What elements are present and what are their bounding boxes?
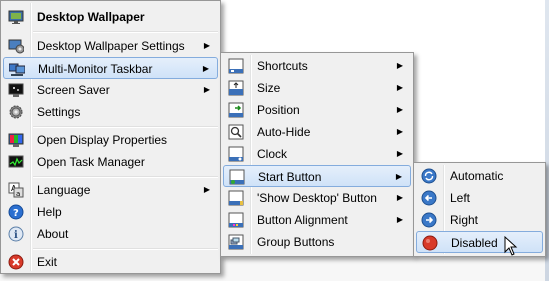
menu-item-position[interactable]: Position ▶ [223,99,411,121]
multi-monitor-icon [8,61,26,77]
submenu-arrow-icon: ▶ [395,172,402,181]
menu-item-multi-monitor-taskbar[interactable]: Multi-Monitor Taskbar ▶ [3,57,218,79]
submenu-arrow-icon: ▶ [396,149,403,158]
group-buttons-icon [228,234,244,250]
menu-item-label: Settings [37,105,81,119]
exit-icon [8,254,24,270]
task-manager-icon [8,154,24,170]
menu-item-desktop-wallpaper[interactable]: Desktop Wallpaper [3,6,218,28]
menu-item-show-desktop-button[interactable]: 'Show Desktop' Button ▶ [223,187,411,209]
submenu-arrow-icon: ▶ [396,61,403,70]
submenu-arrow-icon: ▶ [396,127,403,136]
wallpaper-monitor-icon [8,9,24,25]
menu-item-auto-hide[interactable]: Auto-Hide ▶ [223,121,411,143]
menu-item-disabled[interactable]: Disabled [416,231,543,253]
start-button-submenu: Automatic Left Right Disabled [413,162,546,257]
submenu-arrow-icon: ▶ [396,193,403,202]
wallpaper-settings-icon [8,38,25,54]
right-arrow-icon [421,212,437,228]
menu-item-open-task-manager[interactable]: Open Task Manager [3,151,218,173]
menu-item-label: Position [257,103,300,117]
menu-item-settings[interactable]: Settings [3,101,218,123]
menu-item-language[interactable]: Aa Language ▶ [3,179,218,201]
menu-item-size[interactable]: Size ▶ [223,77,411,99]
submenu-arrow-icon: ▶ [396,83,403,92]
menu-separator [33,31,218,33]
gear-icon [8,104,24,120]
menu-item-label: Automatic [450,169,504,183]
automatic-icon [421,168,437,184]
info-icon: i [8,226,24,242]
display-properties-icon [8,132,24,148]
taskbar-submenu: Shortcuts ▶ Size ▶ Position ▶ Auto-Hide … [220,52,414,257]
submenu-arrow-icon: ▶ [202,64,209,73]
svg-text:a: a [16,190,20,198]
menu-item-label: Right [450,213,479,227]
menu-item-label: Clock [257,147,288,161]
menu-item-label: Group Buttons [257,235,335,249]
svg-text:i: i [14,230,18,241]
menu-item-group-buttons[interactable]: Group Buttons [223,231,411,253]
menu-item-clock[interactable]: Clock ▶ [223,143,411,165]
menu-item-start-button[interactable]: Start Button ▶ [223,165,411,187]
menu-item-left[interactable]: Left [416,187,543,209]
menu-item-desktop-wallpaper-settings[interactable]: Desktop Wallpaper Settings ▶ [3,35,218,57]
language-icon: Aa [8,182,24,198]
menu-item-label: Desktop Wallpaper [37,10,145,24]
menu-item-open-display-properties[interactable]: Open Display Properties [3,129,218,151]
mouse-cursor-icon [504,236,518,256]
menu-item-label: Size [257,81,281,95]
menu-separator [33,176,218,178]
submenu-arrow-icon: ▶ [396,105,403,114]
menu-item-shortcuts[interactable]: Shortcuts ▶ [223,55,411,77]
menu-item-label: Auto-Hide [257,125,311,139]
menu-item-label: Open Task Manager [37,155,145,169]
menu-item-label: Button Alignment [257,213,348,227]
svg-text:?: ? [13,208,19,219]
menu-item-label: Disabled [451,236,498,250]
menu-item-label: Help [37,205,62,219]
menu-item-label: Shortcuts [257,59,308,73]
menu-item-about[interactable]: i About [3,223,218,245]
start-button-icon [229,169,245,185]
menu-item-label: Screen Saver [37,83,110,97]
disabled-icon [422,235,438,251]
size-icon [228,80,244,96]
menu-item-label: 'Show Desktop' Button [257,191,377,205]
menu-item-label: Start Button [258,170,322,184]
shortcuts-icon [228,58,244,74]
menu-separator [33,126,218,128]
menu-item-label: Left [450,191,471,205]
menu-item-label: Multi-Monitor Taskbar [38,62,153,76]
show-desktop-icon [228,190,244,206]
submenu-arrow-icon: ▶ [203,85,210,94]
left-arrow-icon [421,190,437,206]
help-icon: ? [8,204,24,220]
menu-item-label: Open Display Properties [37,133,168,147]
menu-item-label: About [37,227,69,241]
menu-item-help[interactable]: ? Help [3,201,218,223]
menu-item-label: Exit [37,255,58,269]
submenu-arrow-icon: ▶ [203,41,210,50]
menu-item-button-alignment[interactable]: Button Alignment ▶ [223,209,411,231]
clock-icon [228,146,244,162]
menu-item-label: Desktop Wallpaper Settings [37,39,185,53]
main-context-menu: Desktop Wallpaper Desktop Wallpaper Sett… [0,0,221,274]
position-icon [228,102,244,118]
menu-item-automatic[interactable]: Automatic [416,165,543,187]
submenu-arrow-icon: ▶ [203,185,210,194]
button-alignment-icon [228,212,244,228]
menu-separator [33,248,218,250]
menu-item-label: Language [37,183,91,197]
menu-item-screen-saver[interactable]: Screen Saver ▶ [3,79,218,101]
auto-hide-icon [228,124,244,140]
submenu-arrow-icon: ▶ [396,215,403,224]
screen-saver-icon [8,82,24,98]
menu-item-right[interactable]: Right [416,209,543,231]
menu-item-exit[interactable]: Exit [3,251,218,273]
